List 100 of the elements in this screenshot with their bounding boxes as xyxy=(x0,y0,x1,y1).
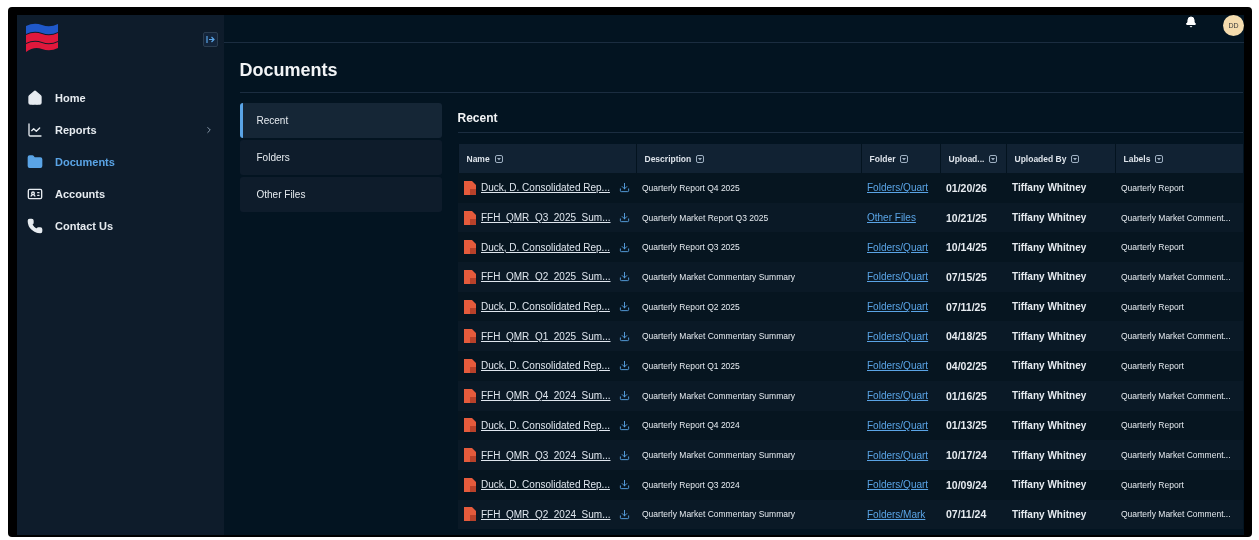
table-cell: Tiffany Whitney xyxy=(1012,271,1087,283)
file-link[interactable]: Duck, D. Consolidated Rep... xyxy=(481,241,614,253)
file-link[interactable]: Duck, D. Consolidated Rep... xyxy=(481,182,614,194)
sidebar-item[interactable]: Reports xyxy=(25,114,218,146)
file-link[interactable]: FFH_QMR_Q2_2025_Sum... xyxy=(481,271,614,283)
subnav-item[interactable]: Recent xyxy=(239,103,442,138)
table-cell: Tiffany Whitney xyxy=(1012,241,1087,253)
table-cell: Quarterly Market Comment... xyxy=(1121,509,1231,520)
download-icon[interactable] xyxy=(619,390,630,402)
pdf-file-icon xyxy=(464,240,476,255)
sidebar-item[interactable]: Contact Us xyxy=(25,210,218,242)
pdf-file-icon xyxy=(464,507,476,522)
table-cell: Quarterly Market Comment... xyxy=(1121,450,1231,461)
pdf-file-icon xyxy=(464,448,476,463)
filter-icon[interactable] xyxy=(1155,154,1164,163)
download-icon[interactable] xyxy=(619,271,630,283)
table-cell: Quarterly Market Commentary Summary xyxy=(642,271,796,282)
collapse-icon xyxy=(205,36,215,43)
table-cell: 10/14/25 xyxy=(946,241,987,254)
column-header[interactable]: Upload... xyxy=(940,144,1006,173)
file-link[interactable]: Duck, D. Consolidated Rep... xyxy=(481,360,614,372)
folder-link[interactable]: Folders/Quart xyxy=(867,241,929,253)
filter-icon[interactable] xyxy=(989,154,998,163)
download-icon[interactable] xyxy=(619,508,630,520)
table-cell: Quarterly Market Comment... xyxy=(1121,331,1231,342)
table-cell: Quarterly Market Commentary Summary xyxy=(642,390,796,401)
table-cell: 10/17/24 xyxy=(946,449,987,462)
sidebar-item[interactable]: Accounts xyxy=(25,178,218,210)
file-link[interactable]: FFH_QMR_Q4_2024_Sum... xyxy=(481,390,614,402)
filter-icon[interactable] xyxy=(1071,154,1080,163)
folder-link[interactable]: Folders/Quart xyxy=(867,330,929,342)
table-cell: Quarterly Report xyxy=(1121,301,1184,312)
download-icon[interactable] xyxy=(619,479,630,491)
table-cell: Quarterly Market Comment... xyxy=(1121,390,1231,401)
folder-link[interactable]: Folders/Quart xyxy=(867,271,929,283)
nav-icon xyxy=(27,218,43,234)
column-header[interactable]: Labels xyxy=(1115,144,1243,173)
download-icon[interactable] xyxy=(619,241,630,253)
table-cell: Quarterly Report Q3 2025 xyxy=(642,242,740,253)
pdf-file-icon xyxy=(464,329,476,344)
table-cell: Tiffany Whitney xyxy=(1012,212,1087,224)
table-cell: Quarterly Report xyxy=(1121,479,1184,490)
file-link[interactable]: FFH_QMR_Q3_2025_Sum... xyxy=(481,212,614,224)
filter-icon[interactable] xyxy=(900,154,909,163)
folder-link[interactable]: Folders/Mark xyxy=(867,508,926,520)
subnav-item[interactable]: Other Files xyxy=(239,177,442,212)
filter-icon[interactable] xyxy=(696,154,705,163)
sidebar-item[interactable]: Home xyxy=(25,82,218,114)
table-cell: Tiffany Whitney xyxy=(1012,508,1087,520)
table-cell: 01/20/26 xyxy=(946,181,987,194)
subnav-item[interactable]: Folders xyxy=(239,140,442,175)
table-cell: Tiffany Whitney xyxy=(1012,360,1087,372)
folder-link[interactable]: Folders/Quart xyxy=(867,182,929,194)
folder-link[interactable]: Folders/Quart xyxy=(867,449,929,461)
column-header[interactable]: Name xyxy=(458,144,636,173)
file-link[interactable]: Duck, D. Consolidated Rep... xyxy=(481,301,614,313)
table-cell: Quarterly Report Q4 2024 xyxy=(642,420,740,431)
folder-link[interactable]: Folders/Quart xyxy=(867,479,929,491)
folder-link[interactable]: Folders/Quart xyxy=(867,390,929,402)
table-cell: Tiffany Whitney xyxy=(1012,182,1087,194)
table-cell: Quarterly Report Q2 2025 xyxy=(642,301,740,312)
download-icon[interactable] xyxy=(619,301,630,313)
table-cell: Quarterly Report xyxy=(1121,360,1184,371)
download-icon[interactable] xyxy=(619,212,630,224)
table-cell: Quarterly Market Comment... xyxy=(1121,271,1231,282)
table-cell: Tiffany Whitney xyxy=(1012,301,1087,313)
filter-icon[interactable] xyxy=(494,154,503,163)
folder-link[interactable]: Folders/Quart xyxy=(867,360,929,372)
table-cell: Quarterly Report xyxy=(1121,182,1184,193)
table-cell: Tiffany Whitney xyxy=(1012,330,1087,342)
table-cell: 04/02/25 xyxy=(946,359,987,372)
file-link[interactable]: Duck, D. Consolidated Rep... xyxy=(481,419,614,431)
file-link[interactable]: FFH_QMR_Q1_2025_Sum... xyxy=(481,330,614,342)
file-link[interactable]: FFH_QMR_Q2_2024_Sum... xyxy=(481,508,614,520)
folder-link[interactable]: Folders/Quart xyxy=(867,301,929,313)
column-header[interactable]: Folder xyxy=(861,144,940,173)
column-header[interactable]: Description xyxy=(636,144,861,173)
folder-link[interactable]: Other Files xyxy=(867,212,916,224)
download-icon[interactable] xyxy=(619,182,630,194)
notification-bell-icon[interactable] xyxy=(1185,15,1197,28)
table-cell: Quarterly Report xyxy=(1121,242,1184,253)
file-link[interactable]: Duck, D. Consolidated Rep... xyxy=(481,479,614,491)
column-header[interactable]: Uploaded By xyxy=(1006,144,1115,173)
table-cell: 07/11/24 xyxy=(946,508,987,521)
table-cell: Quarterly Market Commentary Summary xyxy=(642,450,796,461)
section-title: Recent xyxy=(457,103,1243,133)
collapse-sidebar-button[interactable] xyxy=(202,32,218,47)
file-link[interactable]: FFH_QMR_Q3_2024_Sum... xyxy=(481,449,614,461)
table-cell: 01/16/25 xyxy=(946,389,987,402)
download-icon[interactable] xyxy=(619,330,630,342)
pdf-file-icon xyxy=(464,299,476,314)
sidebar-item[interactable]: Documents xyxy=(25,146,218,178)
table-cell: Quarterly Market Comment... xyxy=(1121,212,1231,223)
download-icon[interactable] xyxy=(619,419,630,431)
pdf-file-icon xyxy=(464,358,476,373)
download-icon[interactable] xyxy=(619,449,630,461)
pdf-file-icon xyxy=(464,418,476,433)
folder-link[interactable]: Folders/Quart xyxy=(867,419,929,431)
page-title: Documents xyxy=(239,43,1243,93)
download-icon[interactable] xyxy=(619,360,630,372)
